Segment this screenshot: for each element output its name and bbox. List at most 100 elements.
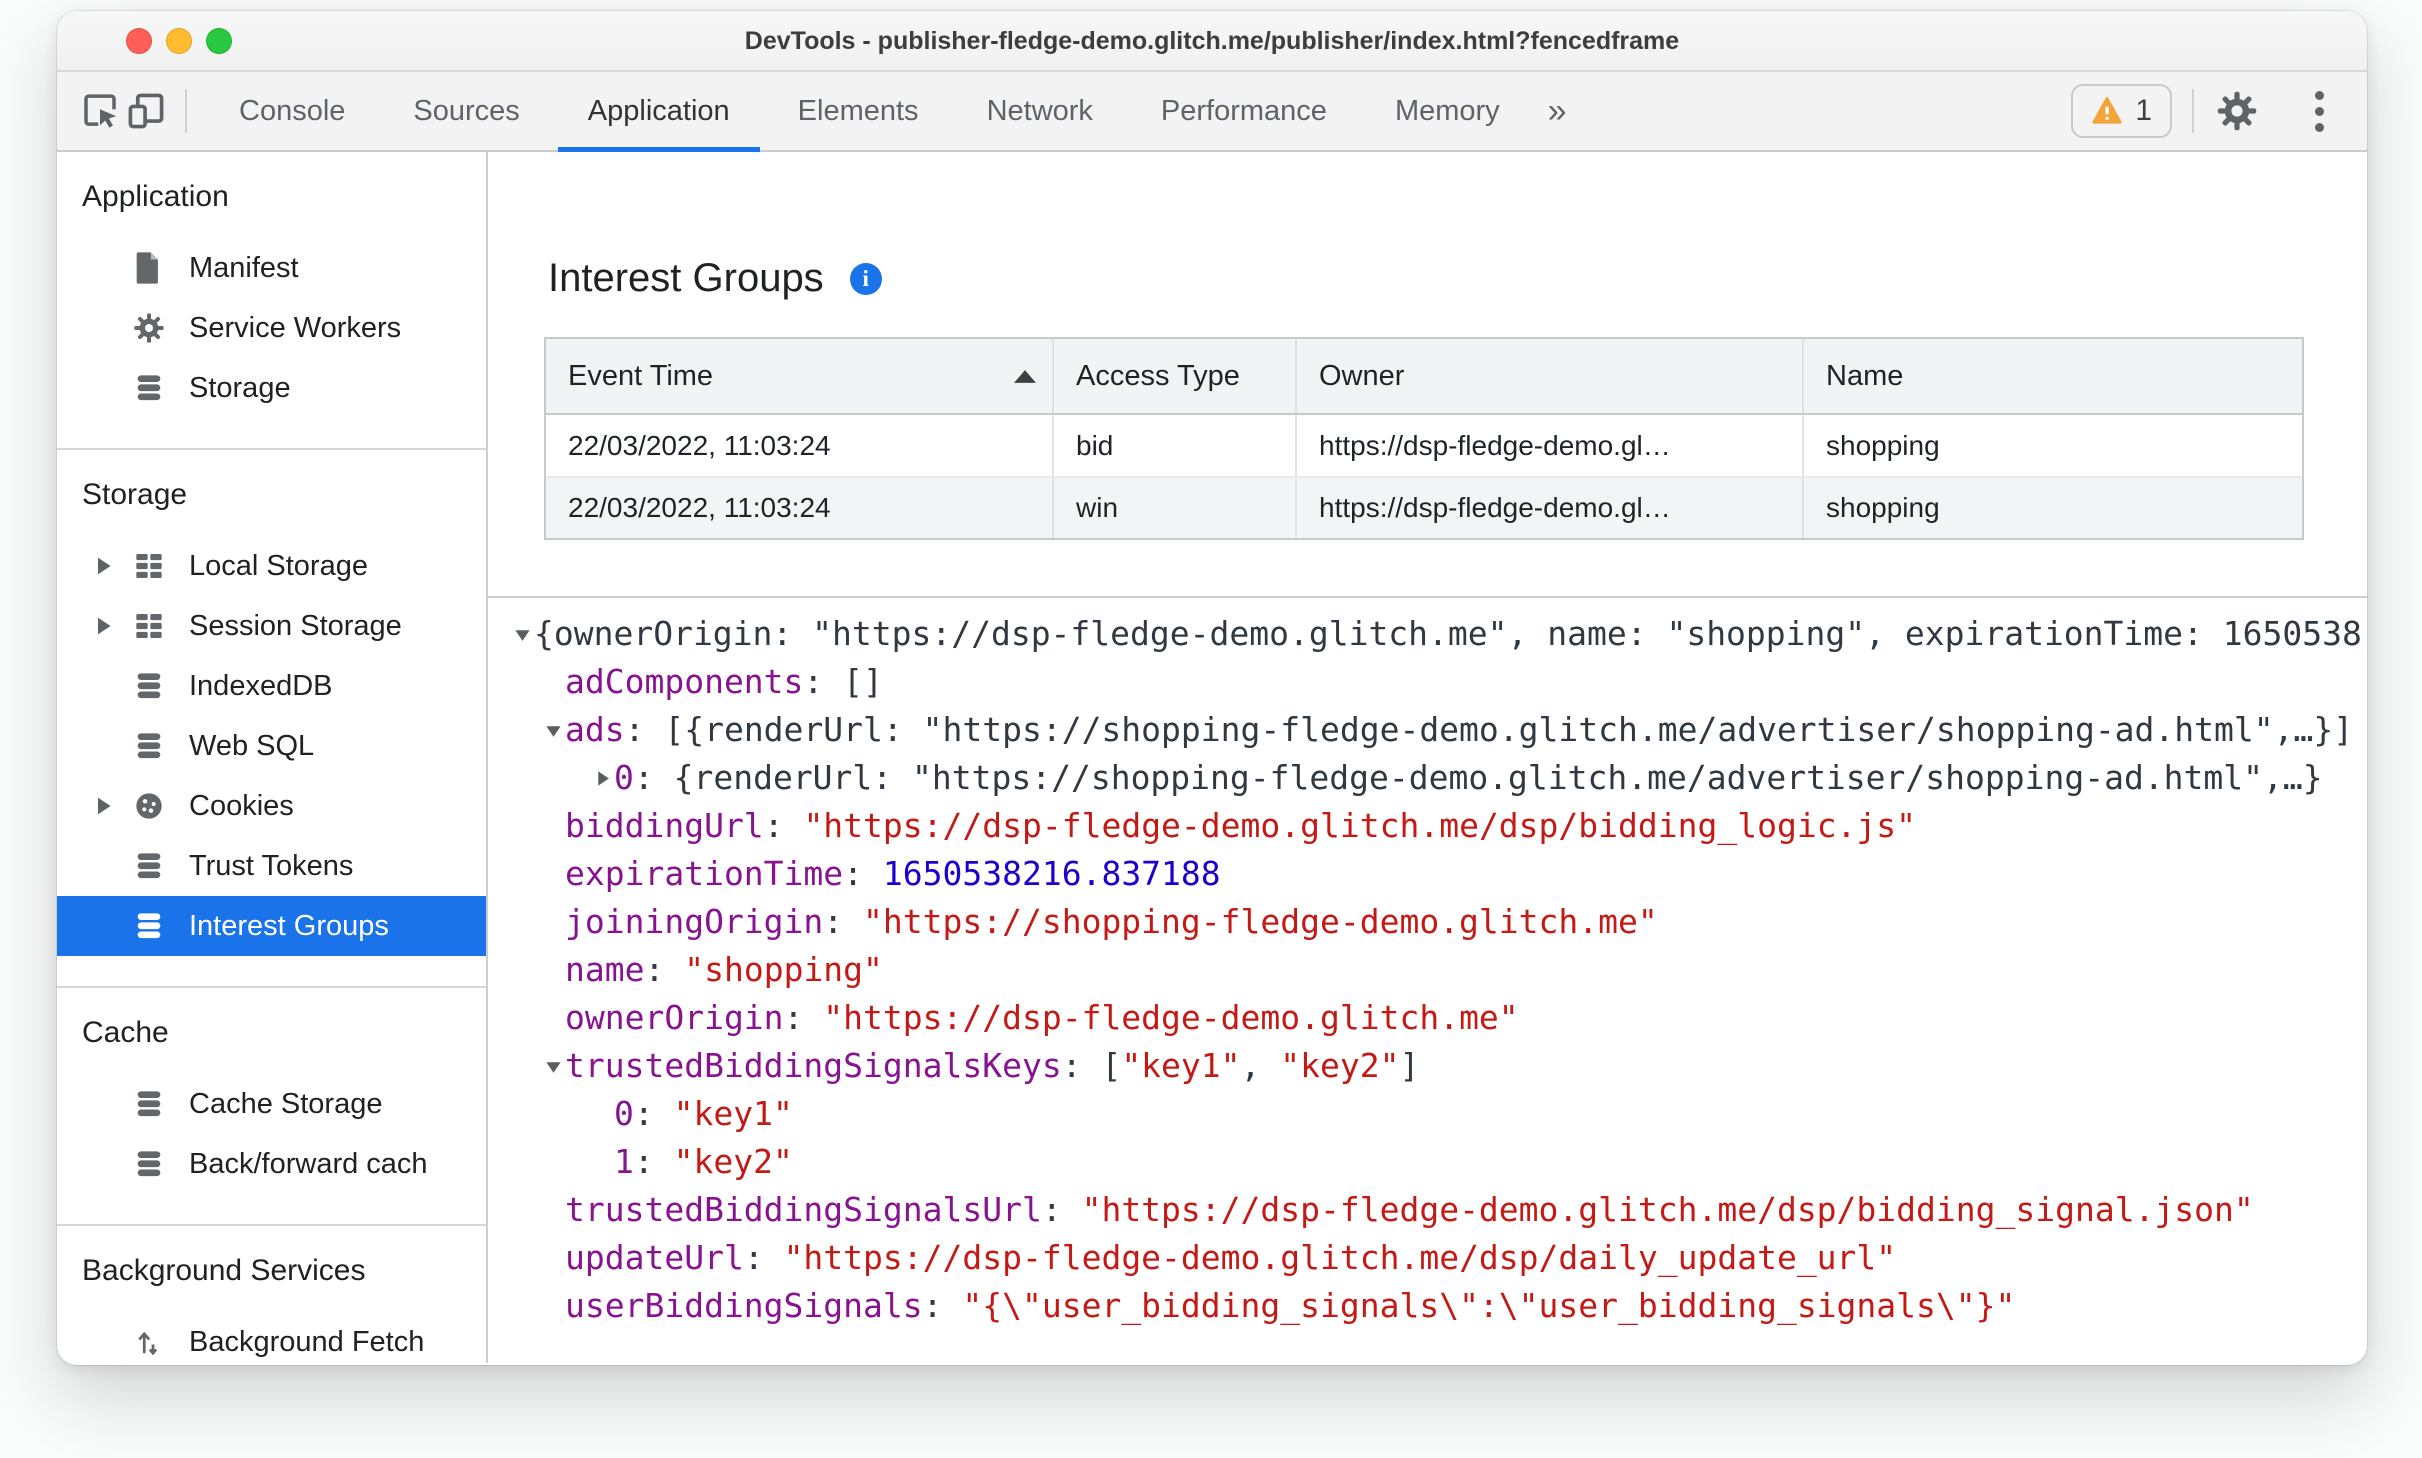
cell-owner: https://dsp-fledge-demo.gl… [1297,478,1804,538]
sidebar-item-label: Web SQL [189,729,315,762]
issues-warning-button[interactable]: 1 [2071,84,2172,138]
cell-owner: https://dsp-fledge-demo.gl… [1297,415,1804,476]
sidebar-item-manifest[interactable]: Manifest [57,238,486,298]
table-header-row: Event Time Access Type Owner Name [546,339,2302,415]
column-header-event-time[interactable]: Event Time [546,339,1054,413]
sidebar-item-session-storage[interactable]: Session Storage [57,596,486,656]
sidebar-item-local-storage[interactable]: Local Storage [57,536,486,596]
property-key: expirationTime [565,854,844,893]
sidebar-item-background-fetch[interactable]: Background Fetch [57,1312,486,1363]
table-row[interactable]: 22/03/2022, 11:03:24 bid https://dsp-fledg… [546,415,2302,478]
expander-icon[interactable] [93,616,133,636]
property-key: userBiddingSignals [565,1286,923,1325]
preview-text: : [1041,1190,1082,1229]
zoom-window-button[interactable] [206,28,232,54]
expand-arrow-icon[interactable] [594,770,614,787]
sidebar-item-label: Manifest [189,251,299,284]
sidebar-item-service-workers[interactable]: Service Workers [57,298,486,358]
sidebar-section-title: Storage [82,478,188,511]
tree-line[interactable]: name: "shopping" [488,946,2367,994]
preview-text: {ownerOrigin: "https://dsp-fledge-demo.g… [534,614,2362,653]
property-key: 1 [614,1142,634,1181]
tab-elements[interactable]: Elements [764,71,953,151]
tree-line[interactable]: ownerOrigin: "https://dsp-fledge-demo.gl… [488,994,2367,1042]
database-icon [133,850,189,882]
property-key: ads [565,710,625,749]
sidebar-section-storage: Storage Local Storage Session Storage Index… [57,450,486,988]
minimize-window-button[interactable] [166,28,192,54]
expander-icon[interactable] [93,556,133,576]
column-header-name[interactable]: Name [1804,339,2302,413]
column-header-owner[interactable]: Owner [1297,339,1804,413]
sidebar-item-back-forward-cach[interactable]: Back/forward cach [57,1134,486,1194]
tree-line[interactable]: adComponents: [] [488,658,2367,706]
sidebar-section-cache: Cache Cache Storage Back/forward cach [57,988,486,1226]
database-icon [133,730,189,762]
tree-line[interactable]: ads: [{renderUrl: "https://shopping-fled… [488,706,2367,754]
collapse-arrow-icon[interactable] [545,1058,565,1075]
tab-sources[interactable]: Sources [379,71,553,151]
sidebar-item-cache-storage[interactable]: Cache Storage [57,1074,486,1134]
tab-application[interactable]: Application [554,71,764,153]
sidebar-item-storage[interactable]: Storage [57,358,486,418]
more-tabs-icon[interactable]: » [1534,92,1581,131]
tree-line[interactable]: 0: {renderUrl: "https://shopping-fledge-… [488,754,2367,802]
tab-console[interactable]: Console [205,71,379,151]
sidebar-item-web-sql[interactable]: Web SQL [57,716,486,776]
sidebar-section-title: Cache [82,1016,169,1049]
tree-line[interactable]: trustedBiddingSignalsKeys: ["key1", "key… [488,1042,2367,1090]
close-window-button[interactable] [126,28,152,54]
database-icon [133,1088,189,1120]
property-key: biddingUrl [565,806,764,845]
devtools-toolbar: Console Sources Application Elements Network… [57,71,2367,153]
device-toolbar-icon[interactable] [123,85,169,137]
property-key: 0 [614,1094,634,1133]
inspect-element-icon[interactable] [77,85,123,137]
cookie-icon [133,790,189,822]
tree-line[interactable]: biddingUrl: "https://dsp-fledge-demo.gli… [488,802,2367,850]
kebab-menu-icon[interactable] [2296,85,2342,137]
sidebar-item-label: Interest Groups [189,909,389,942]
property-key: updateUrl [565,1238,744,1277]
tab-performance[interactable]: Performance [1127,71,1361,151]
info-icon[interactable]: i [849,262,882,295]
tree-line[interactable]: 1: "key2" [488,1138,2367,1186]
preview-text: : [644,950,685,989]
expander-icon[interactable] [93,796,133,816]
window-title: DevTools - publisher-fledge-demo.glitch.… [744,27,1680,55]
tree-line[interactable]: updateUrl: "https://dsp-fledge-demo.glit… [488,1234,2367,1282]
sidebar-item-indexeddb[interactable]: IndexedDB [57,656,486,716]
settings-gear-icon[interactable] [2214,85,2260,137]
sidebar-item-label: Service Workers [189,311,402,344]
tree-line[interactable]: joiningOrigin: "https://shopping-fledge-… [488,898,2367,946]
collapse-arrow-icon[interactable] [545,722,565,739]
collapse-arrow-icon[interactable] [514,626,534,643]
tree-line[interactable]: trustedBiddingSignalsUrl: "https://dsp-f… [488,1186,2367,1234]
sidebar-item-label: Trust Tokens [189,849,354,882]
tab-network[interactable]: Network [953,71,1127,151]
string-value: "https://dsp-fledge-demo.glitch.me/dsp/b… [1081,1190,2254,1229]
cell-name: shopping [1826,429,1940,461]
preview-text: : [633,1094,674,1133]
sort-ascending-icon [1014,369,1036,383]
preview-text: : [763,806,804,845]
tree-line[interactable]: userBiddingSignals: "{\"user_bidding_sig… [488,1282,2367,1330]
sidebar-item-cookies[interactable]: Cookies [57,776,486,836]
tree-line[interactable]: 0: "key1" [488,1090,2367,1138]
panel-title-row: Interest Groups i [548,256,2367,301]
section-divider [488,596,2367,598]
devtools-content: Application Manifest Service Workers Storag… [57,152,2367,1363]
column-header-access-type[interactable]: Access Type [1054,339,1297,413]
string-value: "key2" [1280,1046,1400,1085]
cell-event-time: 22/03/2022, 11:03:24 [546,415,1054,476]
tree-line[interactable]: {ownerOrigin: "https://dsp-fledge-demo.g… [488,610,2367,658]
tab-memory[interactable]: Memory [1361,71,1534,151]
sidebar-item-interest-groups[interactable]: Interest Groups [57,896,486,956]
cell-name: shopping [1826,492,1940,523]
property-key: ownerOrigin [565,998,784,1037]
string-value: "https://dsp-fledge-demo.glitch.me/dsp/d… [783,1238,1897,1277]
table-row[interactable]: 22/03/2022, 11:03:24 win https://dsp-fledg… [546,478,2302,538]
preview-text: : [783,998,824,1037]
sidebar-item-trust-tokens[interactable]: Trust Tokens [57,836,486,896]
tree-line[interactable]: expirationTime: 1650538216.837188 [488,850,2367,898]
